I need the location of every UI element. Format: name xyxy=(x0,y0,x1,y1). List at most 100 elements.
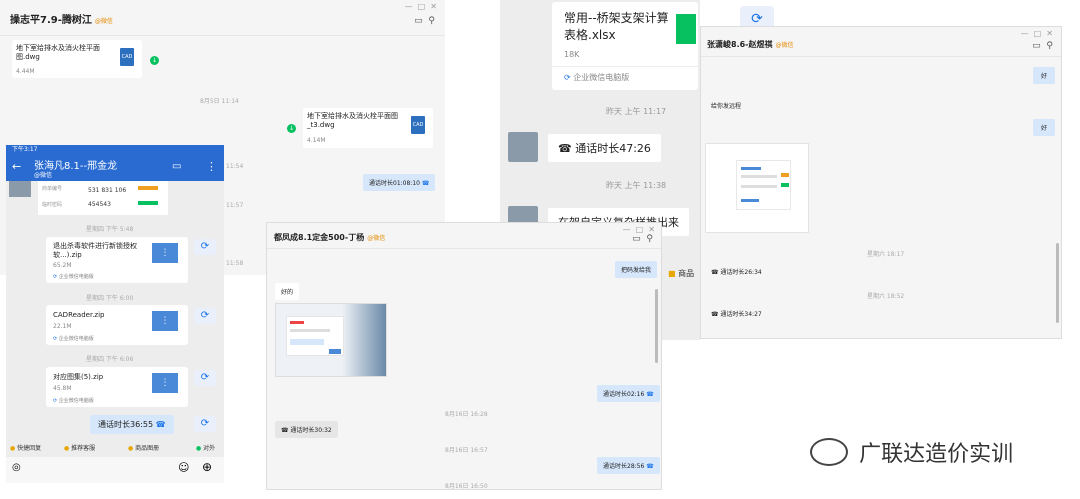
timestamp: 11:58 xyxy=(226,260,244,267)
product-button[interactable]: ■ 商品 xyxy=(668,268,694,279)
product-catalog-button[interactable]: ● 商品图册 xyxy=(128,443,159,452)
message-bubble[interactable]: 好的 xyxy=(275,283,300,300)
file-source: ⟳ 企业微信电脑版 xyxy=(53,398,94,404)
voice-icon[interactable]: ◎ xyxy=(12,462,21,473)
scrollbar[interactable] xyxy=(1056,243,1059,323)
plus-icon[interactable]: ⊕ xyxy=(202,460,212,474)
wechat-badge: @微信 xyxy=(775,42,794,49)
file-card[interactable]: CADReader.zip 22.1M ⟳ 企业微信电脑版 ⋮ xyxy=(46,305,188,345)
contact-avatar xyxy=(508,132,538,162)
chat-title: 张潇峻8.6-赵煜祺 @微信 xyxy=(707,40,794,49)
call-duration-bubble[interactable]: 通话时长36:55 ☎ xyxy=(90,415,174,434)
file-name: 退出杀毒软件进行新锁授权软...).zip xyxy=(53,242,137,259)
emoji-icon[interactable]: ☺ xyxy=(178,461,189,474)
titlebar-icons: ▭ ⚲ xyxy=(414,16,435,26)
file-source: ⟳ 企业微信电脑版 xyxy=(53,336,94,342)
wecom-avatar: ⟳ xyxy=(194,308,216,324)
zip-file-icon: ⋮ xyxy=(152,373,178,393)
timestamp: 昨天 上午 11:38 xyxy=(606,181,667,190)
wecom-icon: ⟳ xyxy=(564,73,571,82)
file-card[interactable]: 对应图集(5).zip 45.8M ⟳ 企业微信电脑版 ⋮ xyxy=(46,367,188,407)
file-card[interactable]: 常用--桥架支架计算表格.xlsx 18K ⟳ 企业微信电脑版 xyxy=(552,2,698,90)
recommend-service-button[interactable]: ● 推荐客服 xyxy=(64,443,95,452)
info-value: 531 831 106 xyxy=(88,187,127,194)
phone-icon: ☎ xyxy=(646,463,654,470)
timestamp: 星期六 18:52 xyxy=(867,293,905,300)
download-done-icon: ↓ xyxy=(287,124,296,133)
add-member-icon[interactable]: ⚲ xyxy=(646,234,653,244)
remote-screenshot-image[interactable] xyxy=(705,143,809,233)
copy-button[interactable] xyxy=(138,186,158,190)
window-controls[interactable]: — □ ✕ xyxy=(405,2,437,11)
scrollbar[interactable] xyxy=(655,289,658,363)
add-member-icon[interactable]: ⚲ xyxy=(1046,41,1053,51)
window-controls[interactable]: — □ ✕ xyxy=(1021,29,1053,38)
dialog-preview xyxy=(736,160,791,210)
phone-icon: ☎ xyxy=(281,427,289,434)
wecom-icon: ⟳ xyxy=(53,336,58,342)
phone-icon: ☎ xyxy=(155,420,166,429)
mobile-header: ← 张海凡8.1--邢金龙 @微信 ▭ ⋮ xyxy=(6,155,224,181)
wechat-logo-icon xyxy=(810,438,848,466)
download-done-icon: ↓ xyxy=(150,56,159,65)
add-member-icon[interactable]: ⚲ xyxy=(428,16,435,26)
wecom-icon: ⟳ xyxy=(53,274,58,280)
message-bubble[interactable]: 把码发给我 xyxy=(615,261,658,278)
more-options-icon[interactable]: ⋮ xyxy=(206,160,217,173)
info-row: 临时密码 xyxy=(42,202,63,208)
video-call-icon[interactable]: ▭ xyxy=(172,161,181,172)
window-titlebar: 张潇峻8.6-赵煜祺 @微信 — □ ✕ ▭ ⚲ xyxy=(701,27,1061,57)
quick-action-bar: ● 快捷回复 ● 推荐客服 ● 商品图册 ● 对外 xyxy=(6,441,224,455)
call-duration-bubble[interactable]: 通话时长02:16 ☎ xyxy=(597,385,660,402)
back-arrow-icon[interactable]: ← xyxy=(12,160,21,173)
file-card[interactable]: 地下室给排水及消火栓平面图_t3.dwg 4.14M CAD xyxy=(303,108,433,148)
timestamp: 8月5日 11:14 xyxy=(200,98,239,105)
file-name: 常用--桥架支架计算表格.xlsx xyxy=(564,11,669,42)
window-controls[interactable]: — □ ✕ xyxy=(623,225,655,234)
dwg-file-icon: CAD xyxy=(120,48,134,66)
timestamp: 8月16日 16:57 xyxy=(445,447,488,454)
call-duration-bubble[interactable]: ☎ 通话时长34:27 xyxy=(705,305,768,322)
video-call-icon[interactable]: ▭ xyxy=(414,16,423,26)
file-card[interactable]: 地下室给排水及消火栓平面图.dwg 4.44M CAD xyxy=(12,40,142,78)
chat-window-4: 张潇峻8.6-赵煜祺 @微信 — □ ✕ ▭ ⚲ 好 给你发远程 好 星期六 18… xyxy=(700,26,1062,339)
call-duration-bubble[interactable]: ☎ 通话时长30:32 xyxy=(275,421,338,438)
message-bubble[interactable]: 好 xyxy=(1033,119,1056,136)
timestamp: 星期六 18:17 xyxy=(867,251,905,258)
zip-file-icon: ⋮ xyxy=(152,311,178,331)
zip-file-icon: ⋮ xyxy=(152,243,178,263)
file-size: 18K xyxy=(564,50,580,59)
timestamp: 星期四 下午 6:06 xyxy=(86,356,134,363)
timestamp: 8月16日 16:28 xyxy=(445,411,488,418)
quick-reply-button[interactable]: ● 快捷回复 xyxy=(10,443,41,452)
window-titlebar: 都凤成8.1定金500-丁杨 @微信 — □ ✕ ▭ ⚲ xyxy=(267,223,661,249)
wecom-avatar: ⟳ xyxy=(194,416,216,432)
call-duration-bubble[interactable]: ☎ 通话时长47:26 xyxy=(548,134,661,162)
phone-icon: ☎ xyxy=(558,142,572,155)
call-duration-bubble[interactable]: ☎ 通话时长26:34 xyxy=(705,263,768,280)
copy-button[interactable] xyxy=(138,201,158,205)
info-row: 商单编号 xyxy=(42,186,63,192)
file-card[interactable]: 退出杀毒软件进行新锁授权软...).zip 65.2M ⟳ 企业微信电脑版 ⋮ xyxy=(46,237,188,283)
message-bubble[interactable]: 给你发远程 xyxy=(705,97,747,114)
dialog-preview xyxy=(286,316,344,356)
video-call-icon[interactable]: ▭ xyxy=(632,234,641,244)
chat-title: 都凤成8.1定金500-丁杨 @微信 xyxy=(274,233,386,242)
file-size: 22.1M xyxy=(53,323,72,330)
file-size: 4.14M xyxy=(307,137,326,144)
file-size: 45.8M xyxy=(53,385,72,392)
chat-window-2-mobile: 下午3:17 ← 张海凡8.1--邢金龙 @微信 ▭ ⋮ 商单编号 531 83… xyxy=(6,145,224,483)
video-call-icon[interactable]: ▭ xyxy=(1032,41,1041,51)
screenshot-image[interactable] xyxy=(275,303,387,377)
wecom-avatar: ⟳ xyxy=(194,370,216,386)
external-button[interactable]: ● 对外 xyxy=(196,443,215,452)
wecom-avatar: ⟳ xyxy=(194,239,216,255)
wechat-badge: @微信 xyxy=(367,235,386,242)
phone-icon: ☎ xyxy=(711,311,719,318)
info-value: 454543 xyxy=(88,201,111,208)
phone-icon: ☎ xyxy=(711,269,719,276)
call-duration-bubble[interactable]: 通话时长01:08:10 ☎ xyxy=(363,174,436,191)
message-bubble[interactable]: 好 xyxy=(1033,67,1056,84)
call-duration-bubble[interactable]: 通话时长28:56 ☎ xyxy=(597,457,660,474)
timestamp: 8月16日 16:50 xyxy=(445,483,488,490)
